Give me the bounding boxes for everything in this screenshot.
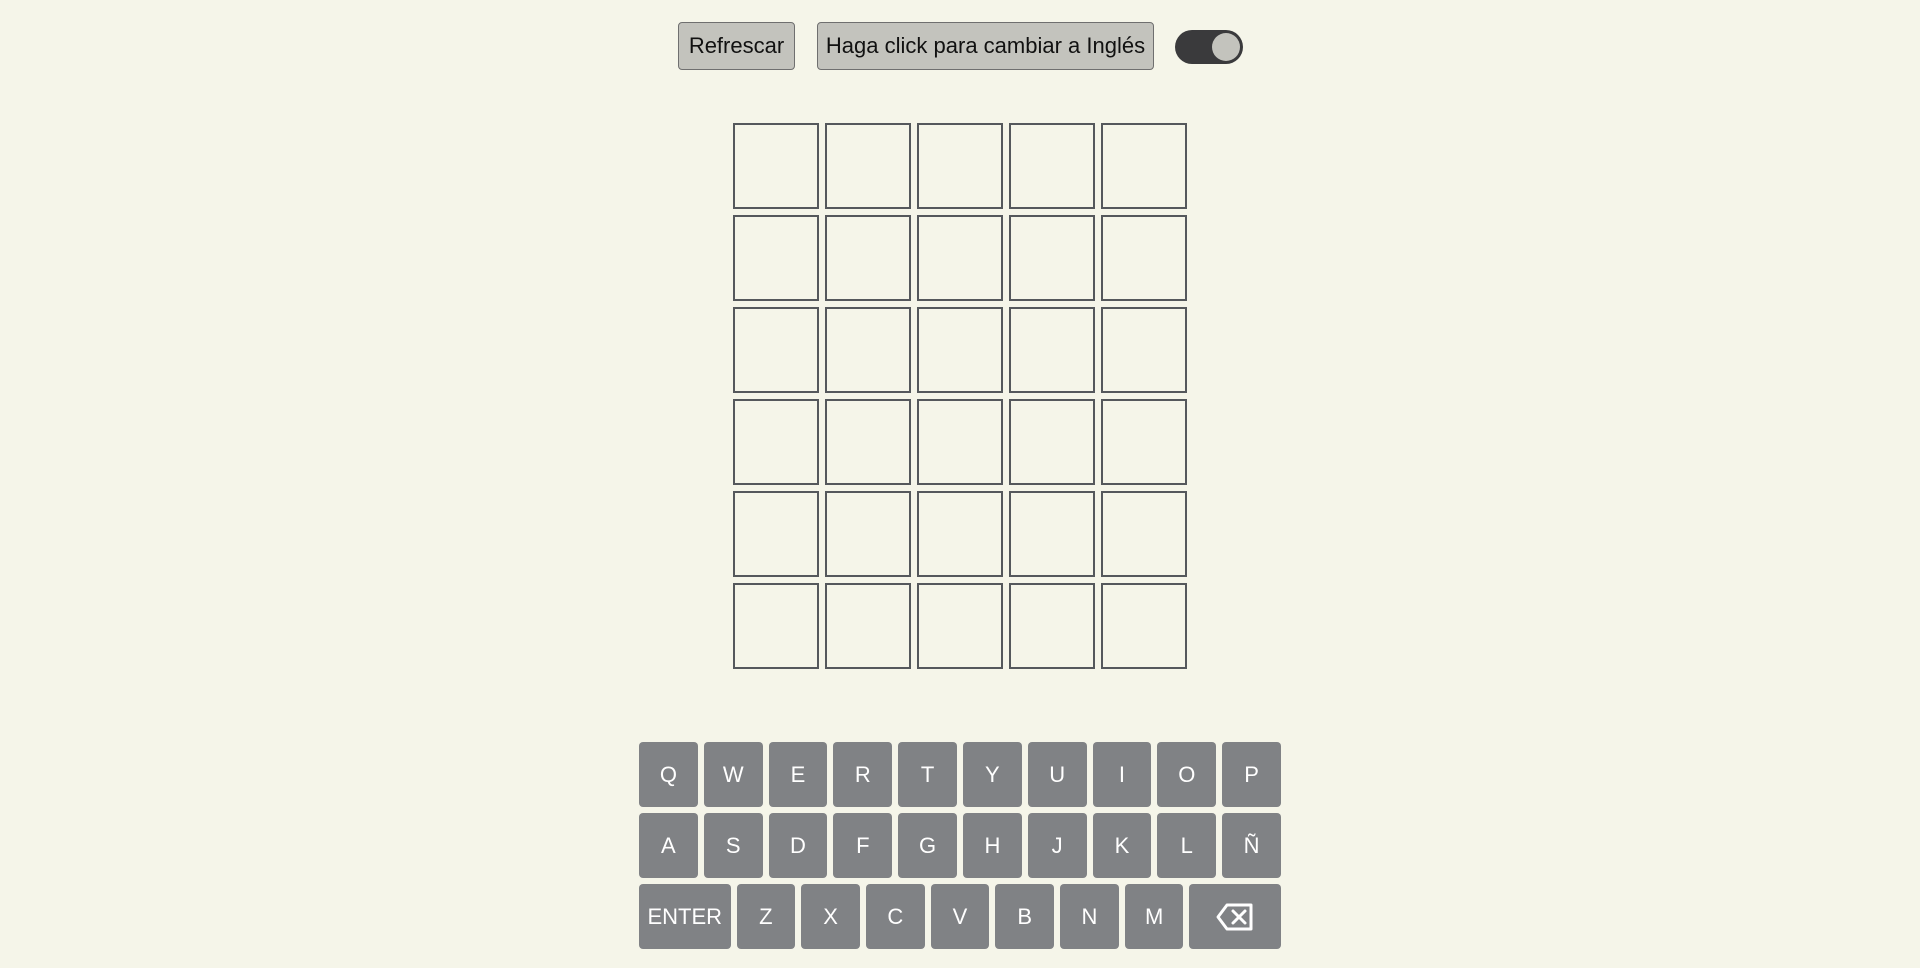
board-tile <box>1009 491 1095 577</box>
board-tile <box>825 307 911 393</box>
enter-key[interactable]: ENTER <box>639 884 731 949</box>
key-a[interactable]: A <box>639 813 698 878</box>
board-tile <box>1009 583 1095 669</box>
key-o[interactable]: O <box>1157 742 1217 807</box>
key-c[interactable]: C <box>865 884 925 949</box>
key-u[interactable]: U <box>1027 742 1087 807</box>
key-v[interactable]: V <box>930 884 990 949</box>
key-b[interactable]: B <box>995 884 1055 949</box>
key-p[interactable]: P <box>1222 742 1281 807</box>
board-tile <box>917 399 1003 485</box>
key-j[interactable]: J <box>1027 813 1087 878</box>
key-k[interactable]: K <box>1092 813 1152 878</box>
board-tile <box>733 399 819 485</box>
board-tile <box>1101 215 1187 301</box>
board-tile <box>1101 307 1187 393</box>
board-tile <box>825 215 911 301</box>
key-q[interactable]: Q <box>639 742 698 807</box>
board-tile <box>733 307 819 393</box>
board-tile <box>733 583 819 669</box>
keyboard-row-3: ENTER Z X C V B N M <box>639 884 1281 949</box>
toggle-knob <box>1212 33 1240 61</box>
switch-language-button[interactable]: Haga click para cambiar a Inglés <box>817 22 1154 70</box>
on-screen-keyboard: QWERTYUIOP ASDFGHJKLÑ ENTER Z X C V B N M <box>639 742 1281 955</box>
keyboard-row-1: QWERTYUIOP <box>639 742 1281 807</box>
backspace-icon <box>1216 903 1254 931</box>
top-controls: Refrescar Haga click para cambiar a Ingl… <box>0 22 1920 72</box>
board-tile <box>825 399 911 485</box>
keyboard-row-2: ASDFGHJKLÑ <box>639 813 1281 878</box>
board-tile <box>917 307 1003 393</box>
key-r[interactable]: R <box>833 742 893 807</box>
dark-mode-toggle[interactable] <box>1175 30 1243 64</box>
key-g[interactable]: G <box>898 813 957 878</box>
board-tile <box>1101 123 1187 209</box>
key-x[interactable]: X <box>801 884 860 949</box>
key-f[interactable]: F <box>833 813 893 878</box>
key-t[interactable]: T <box>898 742 957 807</box>
key-h[interactable]: H <box>962 813 1022 878</box>
board-tile <box>1101 491 1187 577</box>
key-m[interactable]: M <box>1124 884 1184 949</box>
key-z[interactable]: Z <box>736 884 796 949</box>
key-i[interactable]: I <box>1092 742 1152 807</box>
key-s[interactable]: S <box>703 813 763 878</box>
board-tile <box>825 583 911 669</box>
board-tile <box>1101 583 1187 669</box>
key-y[interactable]: Y <box>962 742 1022 807</box>
board-tile <box>917 123 1003 209</box>
page: Refrescar Haga click para cambiar a Ingl… <box>0 0 1920 968</box>
key-d[interactable]: D <box>768 813 828 878</box>
key-w[interactable]: W <box>703 742 763 807</box>
key-l[interactable]: L <box>1157 813 1217 878</box>
board-tile <box>733 123 819 209</box>
board-tile <box>1009 123 1095 209</box>
board-tile <box>733 215 819 301</box>
board-tile <box>825 491 911 577</box>
board-tile <box>733 491 819 577</box>
board-tile <box>825 123 911 209</box>
refresh-button[interactable]: Refrescar <box>678 22 795 70</box>
board-tile <box>917 491 1003 577</box>
board-tile <box>1009 307 1095 393</box>
board-tile <box>1009 215 1095 301</box>
board-tile <box>1009 399 1095 485</box>
key-n[interactable]: N <box>1060 884 1119 949</box>
backspace-key[interactable] <box>1189 884 1281 949</box>
board-tile <box>917 215 1003 301</box>
board-tile <box>1101 399 1187 485</box>
key-e[interactable]: E <box>768 742 828 807</box>
board-tile <box>917 583 1003 669</box>
game-board <box>733 123 1187 669</box>
key-ñ[interactable]: Ñ <box>1222 813 1281 878</box>
